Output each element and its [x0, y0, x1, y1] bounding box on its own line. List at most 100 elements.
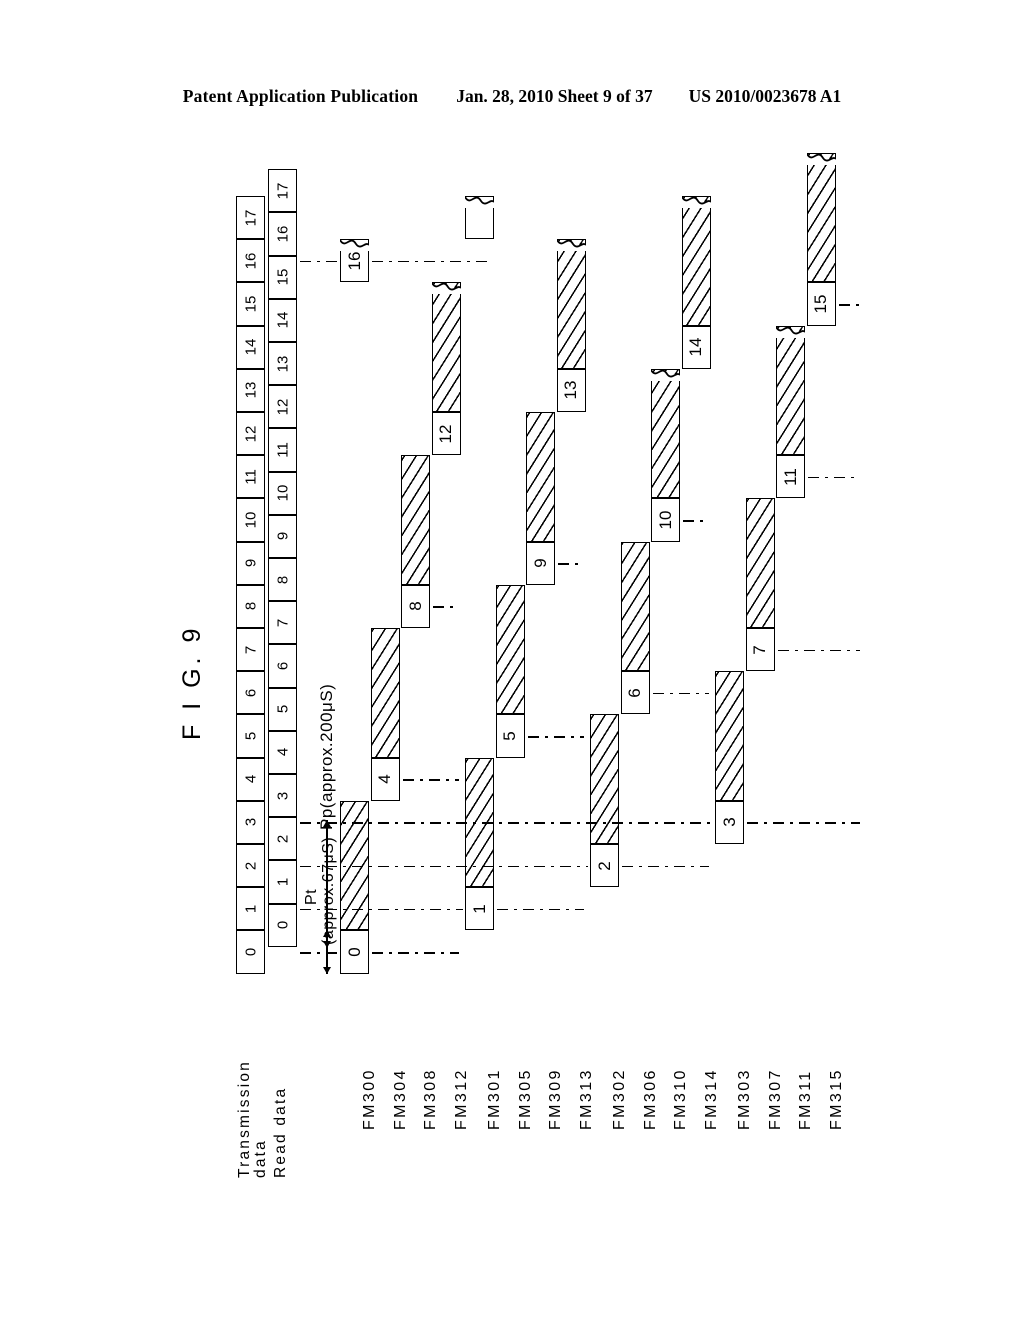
channel-bar-fm300: 0 [340, 800, 369, 974]
bar-break-mark [431, 281, 461, 295]
pp-segment [745, 498, 775, 628]
pp-segment [590, 714, 619, 844]
pp-segment [526, 412, 555, 542]
leader-line-fm309 [558, 563, 584, 565]
channel-label-fm310: FM310 [672, 1068, 689, 1130]
pp-segment [370, 628, 400, 758]
channel-label-fm304: FM304 [391, 1068, 409, 1130]
scale-leader-fm300 [300, 952, 338, 954]
channel-label-fm311: FM311 [797, 1069, 814, 1130]
pp-segment [651, 368, 680, 499]
channel-label-fm302: FM302 [611, 1068, 628, 1130]
scale-cell-label: 9 [242, 559, 259, 568]
scale-cell-label: 7 [242, 645, 259, 654]
channel-bar-fm312: 12 [431, 281, 461, 456]
channel-bar-fm315: 15 [806, 152, 836, 326]
channel-bar-fm302: 2 [590, 714, 619, 888]
slot-number-label: 13 [561, 380, 580, 400]
pt-segment: 14 [681, 325, 711, 369]
bar-break-mark [556, 238, 586, 252]
pp-label: Pp(approx.200μS) [317, 683, 336, 830]
channel-label-fm307: FM307 [766, 1068, 784, 1130]
slot-number-label: 10 [655, 510, 675, 530]
scale-cell: 15 [268, 255, 297, 299]
slot-number-label: 5 [500, 731, 519, 741]
scale-cell-label: 7 [274, 618, 291, 627]
channel-label-fm312: FM312 [452, 1068, 470, 1130]
scale-cell-label: 15 [274, 268, 291, 286]
scale-cell: 12 [236, 412, 265, 456]
scale-cell-label: 8 [274, 575, 291, 584]
pt-segment: 11 [776, 455, 805, 499]
scale-leader-fm303 [300, 822, 713, 824]
scale-cell-label: 8 [242, 602, 259, 611]
pt-segment: 6 [620, 671, 650, 715]
scale-cell: 11 [268, 428, 297, 472]
scale-cell-label: 0 [242, 947, 259, 957]
slot-number-label: 7 [750, 644, 769, 655]
scale-cell-label: 12 [242, 425, 259, 442]
scale-cell: 8 [268, 558, 297, 602]
slot-number-label: 12 [436, 424, 455, 444]
pt-segment: 4 [370, 757, 400, 801]
scale-cell: 15 [236, 282, 265, 326]
bar-break-mark [681, 195, 711, 208]
scale-cell-label: 1 [242, 904, 259, 913]
channel-label-fm314: FM314 [702, 1068, 720, 1130]
scale-cell-label: 10 [274, 484, 291, 502]
pt-segment: 10 [651, 498, 680, 542]
scale-cell-label: 4 [274, 748, 291, 757]
slot-number-label: 9 [530, 558, 550, 568]
scale-cell: 0 [268, 903, 297, 947]
channel-label-fm300: FM300 [361, 1068, 378, 1130]
scale-cell-label: 2 [242, 861, 259, 870]
scale-cell: 3 [268, 774, 297, 818]
channel-label-fm309: FM309 [547, 1068, 564, 1130]
leader-line-fm311 [808, 476, 860, 479]
scale-cell-label: 14 [242, 338, 259, 356]
pt-segment: 12 [431, 411, 461, 456]
channel-bar-fm311: 11 [776, 325, 805, 499]
scale-cell-label: 3 [242, 818, 259, 827]
scale-cell-label: 13 [274, 355, 291, 372]
pt-segment: 15 [806, 282, 836, 326]
read-data-label: Read data [272, 1086, 289, 1178]
scale-cell-label: 12 [274, 398, 291, 416]
leader-line-fm305 [527, 736, 584, 738]
channel-bar-fm303: 3 [715, 671, 744, 844]
leader-line-fm306 [652, 692, 709, 695]
channel-bar-fm304: 4 [370, 628, 400, 801]
scale-cell: 10 [236, 498, 265, 542]
channel-bar-fm313: 13 [556, 238, 586, 412]
channel-bar-fm307: 7 [745, 498, 775, 672]
scale-cell: 2 [236, 844, 265, 888]
channel-bar-fm308: 8 [401, 455, 430, 628]
channel-bar-fm301: 1 [465, 757, 494, 931]
channel-bar-fm314: 14 [681, 195, 711, 369]
pt-segment: 9 [526, 541, 555, 585]
scale-cell: 5 [268, 687, 297, 731]
scale-cell-label: 17 [242, 209, 259, 226]
scale-cell: 7 [268, 601, 297, 645]
scale-cell-label: 5 [242, 731, 259, 741]
scale-cell-label: 13 [242, 382, 259, 399]
scale-cell: 16 [268, 212, 297, 256]
leader-line-fm307 [777, 649, 860, 652]
leader-line-fm301 [497, 908, 584, 911]
scale-cell-label: 6 [274, 661, 291, 671]
leader-line-fm308 [433, 606, 459, 608]
scale-cell-label: 3 [274, 791, 291, 800]
slot-number-label: 16 [344, 251, 364, 271]
scale-cell: 16 [236, 239, 265, 283]
scale-cell-label: 1 [274, 877, 291, 887]
slot-number-label: 1 [469, 904, 489, 914]
scale-cell-label: 11 [242, 468, 259, 485]
scale-cell: 11 [236, 455, 265, 499]
pp-segment [681, 196, 711, 326]
pt-segment: 1 [465, 887, 494, 931]
slot-number-label: 8 [405, 601, 425, 612]
pt-segment: 13 [556, 368, 586, 412]
channel-label-fm313: FM313 [577, 1068, 595, 1130]
slot-number-label: 6 [625, 688, 644, 698]
pp-segment [401, 455, 430, 585]
